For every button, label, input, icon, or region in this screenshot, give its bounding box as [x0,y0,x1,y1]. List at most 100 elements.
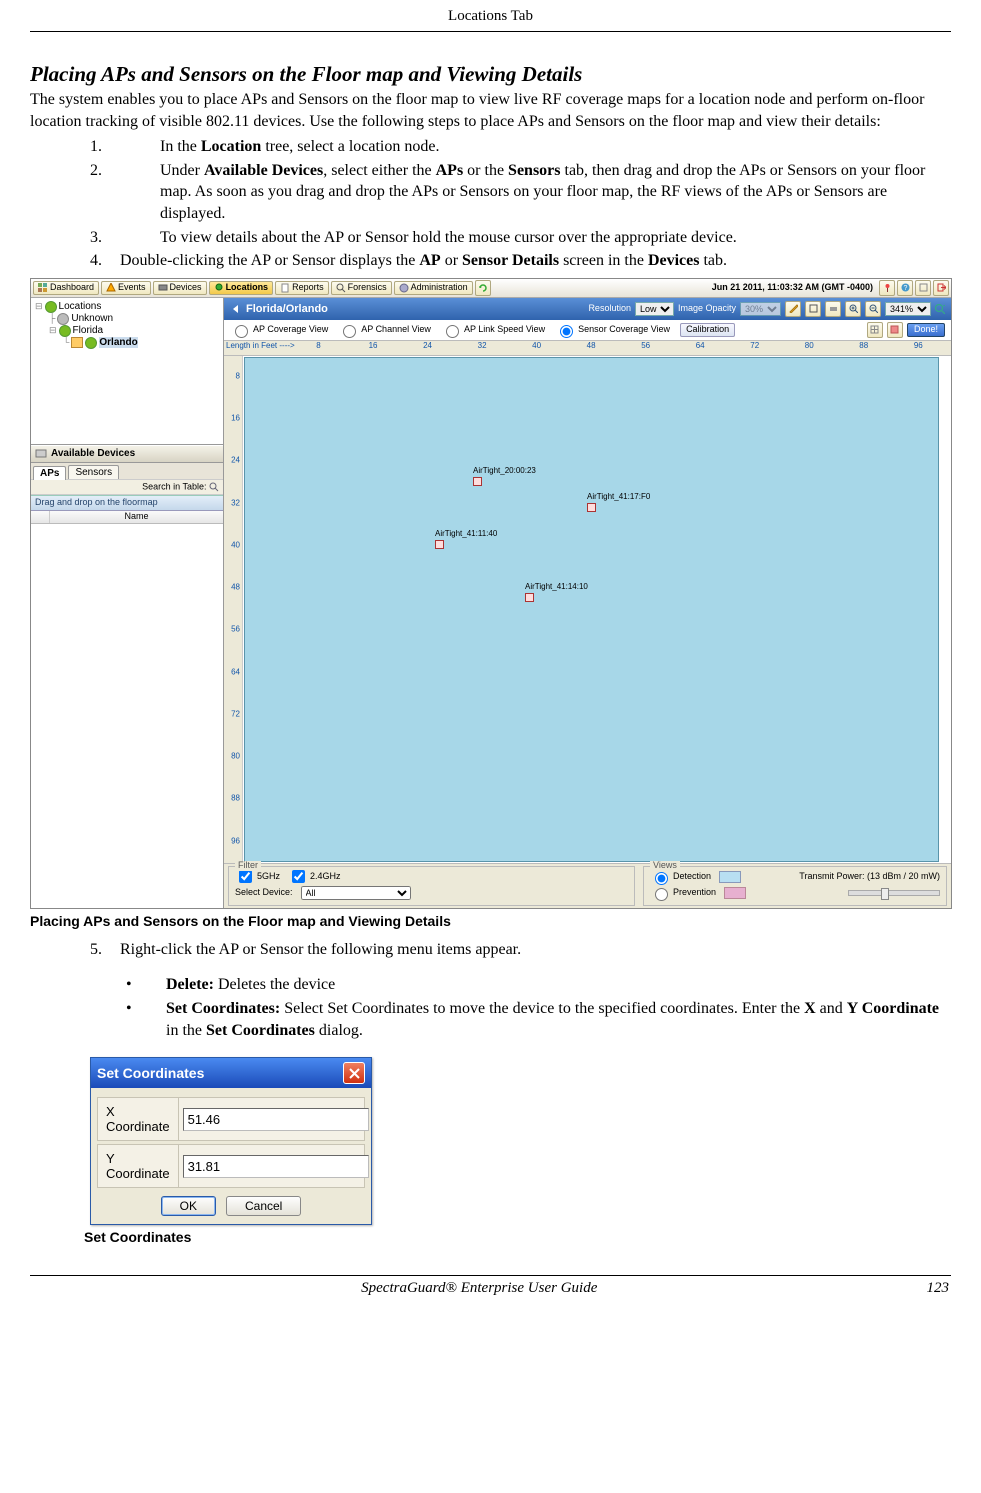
zoom-in-icon [849,304,858,313]
views-fieldset: Views Detection Transmit Power: (13 dBm … [643,866,947,906]
zoom-add-icon[interactable]: + [935,304,945,314]
calibration-button[interactable]: Calibration [680,323,735,337]
tree-unknown[interactable]: ├Unknown [35,313,219,325]
refresh-icon [478,283,488,293]
tab-reports[interactable]: Reports [275,281,329,295]
select-device-label: Select Device: [235,888,293,898]
page-header: Locations Tab [30,8,951,29]
mini-tab-aps[interactable]: APs [33,466,66,480]
reports-icon [280,283,290,293]
y-coordinate-row: Y Coordinate [97,1144,365,1188]
view-icon-2[interactable] [887,322,903,338]
radio-ap-channel[interactable]: AP Channel View [338,322,431,338]
vertical-ruler: 81624324048566472808896 [224,356,243,863]
name-column-header: Name [31,511,223,524]
tab-administration[interactable]: Administration [394,281,473,295]
available-devices-icon [35,448,47,460]
zoom-in-button[interactable] [845,301,861,317]
sensor-node[interactable]: AirTight_20:00:23 [473,467,536,486]
done-button[interactable]: Done! [907,323,945,337]
breadcrumb-path: Florida/Orlando [246,303,328,315]
radio-sensor-coverage[interactable]: Sensor Coverage View [555,322,670,338]
tab-forensics[interactable]: Forensics [331,281,392,295]
search-row: Search in Table: [31,479,223,495]
close-icon [349,1068,360,1079]
step-5: 5. Right-click the AP or Sensor the foll… [90,939,941,961]
zoom-out-button[interactable] [865,301,881,317]
sensor-node[interactable]: AirTight_41:14:10 [525,583,588,602]
resolution-select[interactable]: Low [635,302,674,316]
step-2: 2. Under Available Devices, select eithe… [90,160,941,225]
zoom-select[interactable]: 341% [885,302,931,316]
radio-ap-coverage[interactable]: AP Coverage View [230,322,328,338]
grid-icon [870,325,879,334]
x-coordinate-input[interactable] [183,1108,369,1131]
tab-devices[interactable]: Devices [153,281,207,295]
breadcrumb-bar: Florida/Orlando Resolution Low Image Opa… [224,298,951,320]
screenshot-caption: Placing APs and Sensors on the Floor map… [30,913,951,929]
sensor-node[interactable]: AirTight_41:11:40 [435,530,497,549]
mini-tab-sensors[interactable]: Sensors [68,465,119,479]
toolbar-icon-3[interactable] [915,280,931,296]
tab-events[interactable]: Events [101,281,151,295]
devices-icon [158,283,168,293]
bc-icon-2[interactable] [805,301,821,317]
pushpin-icon [883,283,892,292]
tree-root[interactable]: ⊟Locations [35,301,219,313]
floor-map-canvas[interactable]: AirTight_20:00:23 AirTight_41:17:F0 AirTig… [244,357,939,862]
footer-rule [30,1275,951,1276]
layout-icon [919,283,928,292]
main-panel: Florida/Orlando Resolution Low Image Opa… [224,298,951,908]
set-coordinates-dialog: Set Coordinates X Coordinate Y Coordinat… [90,1057,372,1225]
picture-icon [890,325,899,334]
logout-icon [937,283,946,292]
drag-instruction: Drag and drop on the floormap [31,495,223,511]
back-icon[interactable] [230,303,242,315]
radio-ap-link[interactable]: AP Link Speed View [441,322,545,338]
location-tree[interactable]: ⊟Locations ├Unknown ⊟Florida └Orlando [31,298,223,445]
bullet-delete: • Delete: Deletes the device [120,974,951,996]
toolbar-icon-4[interactable] [933,280,949,296]
y-coordinate-input[interactable] [183,1155,369,1178]
tab-dashboard[interactable]: Dashboard [33,281,99,295]
header-rule [30,31,951,32]
resolution-label: Resolution [588,304,631,314]
search-icon[interactable] [209,482,219,492]
sensor-node[interactable]: AirTight_41:17:F0 [587,493,650,512]
step-1: 1. In the Location tree, select a locati… [90,136,941,158]
checkbox-24ghz[interactable]: 2.4GHz [288,867,341,886]
timestamp: Jun 21 2011, 11:03:32 AM (GMT -0400) [712,283,877,293]
radio-detection[interactable]: Detection [650,869,711,885]
view-options-row: AP Coverage View AP Channel View AP Link… [224,320,951,341]
radio-prevention[interactable]: Prevention [650,885,716,901]
cancel-button[interactable]: Cancel [226,1196,301,1216]
dialog-title-text: Set Coordinates [97,1065,204,1081]
ok-button[interactable]: OK [161,1196,216,1216]
tx-power-slider[interactable] [848,890,940,896]
toolbar-icon-2[interactable]: ? [897,280,913,296]
opacity-label: Image Opacity [678,304,736,314]
bullet-set-coordinates: • Set Coordinates: Select Set Coordinate… [120,998,951,1041]
tab-locations[interactable]: Locations [209,281,274,295]
dialog-close-button[interactable] [343,1062,365,1084]
svg-text:?: ? [903,285,907,292]
toolbar-icon-1[interactable] [879,280,895,296]
bc-icon-1[interactable] [785,301,801,317]
refresh-button[interactable] [475,280,491,296]
available-devices-header: Available Devices [31,445,223,463]
locations-icon [214,283,224,293]
select-device[interactable]: All [301,886,411,900]
svg-text:+: + [943,304,945,310]
page-footer: SpectraGuard® Enterprise User Guide 123 [30,1280,951,1297]
opacity-select[interactable]: 30% [740,302,781,316]
tree-florida[interactable]: ⊟Florida [35,325,219,337]
x-coordinate-row: X Coordinate [97,1097,365,1141]
app-screenshot: Dashboard Events Devices Locations Repor… [30,278,952,909]
x-coordinate-label: X Coordinate [98,1098,179,1140]
events-icon [106,283,116,293]
bc-icon-3[interactable] [825,301,841,317]
tree-orlando[interactable]: └Orlando [35,337,219,349]
main-toolbar: Dashboard Events Devices Locations Repor… [31,279,951,298]
view-icon-1[interactable] [867,322,883,338]
section-title: Placing APs and Sensors on the Floor map… [30,62,951,87]
